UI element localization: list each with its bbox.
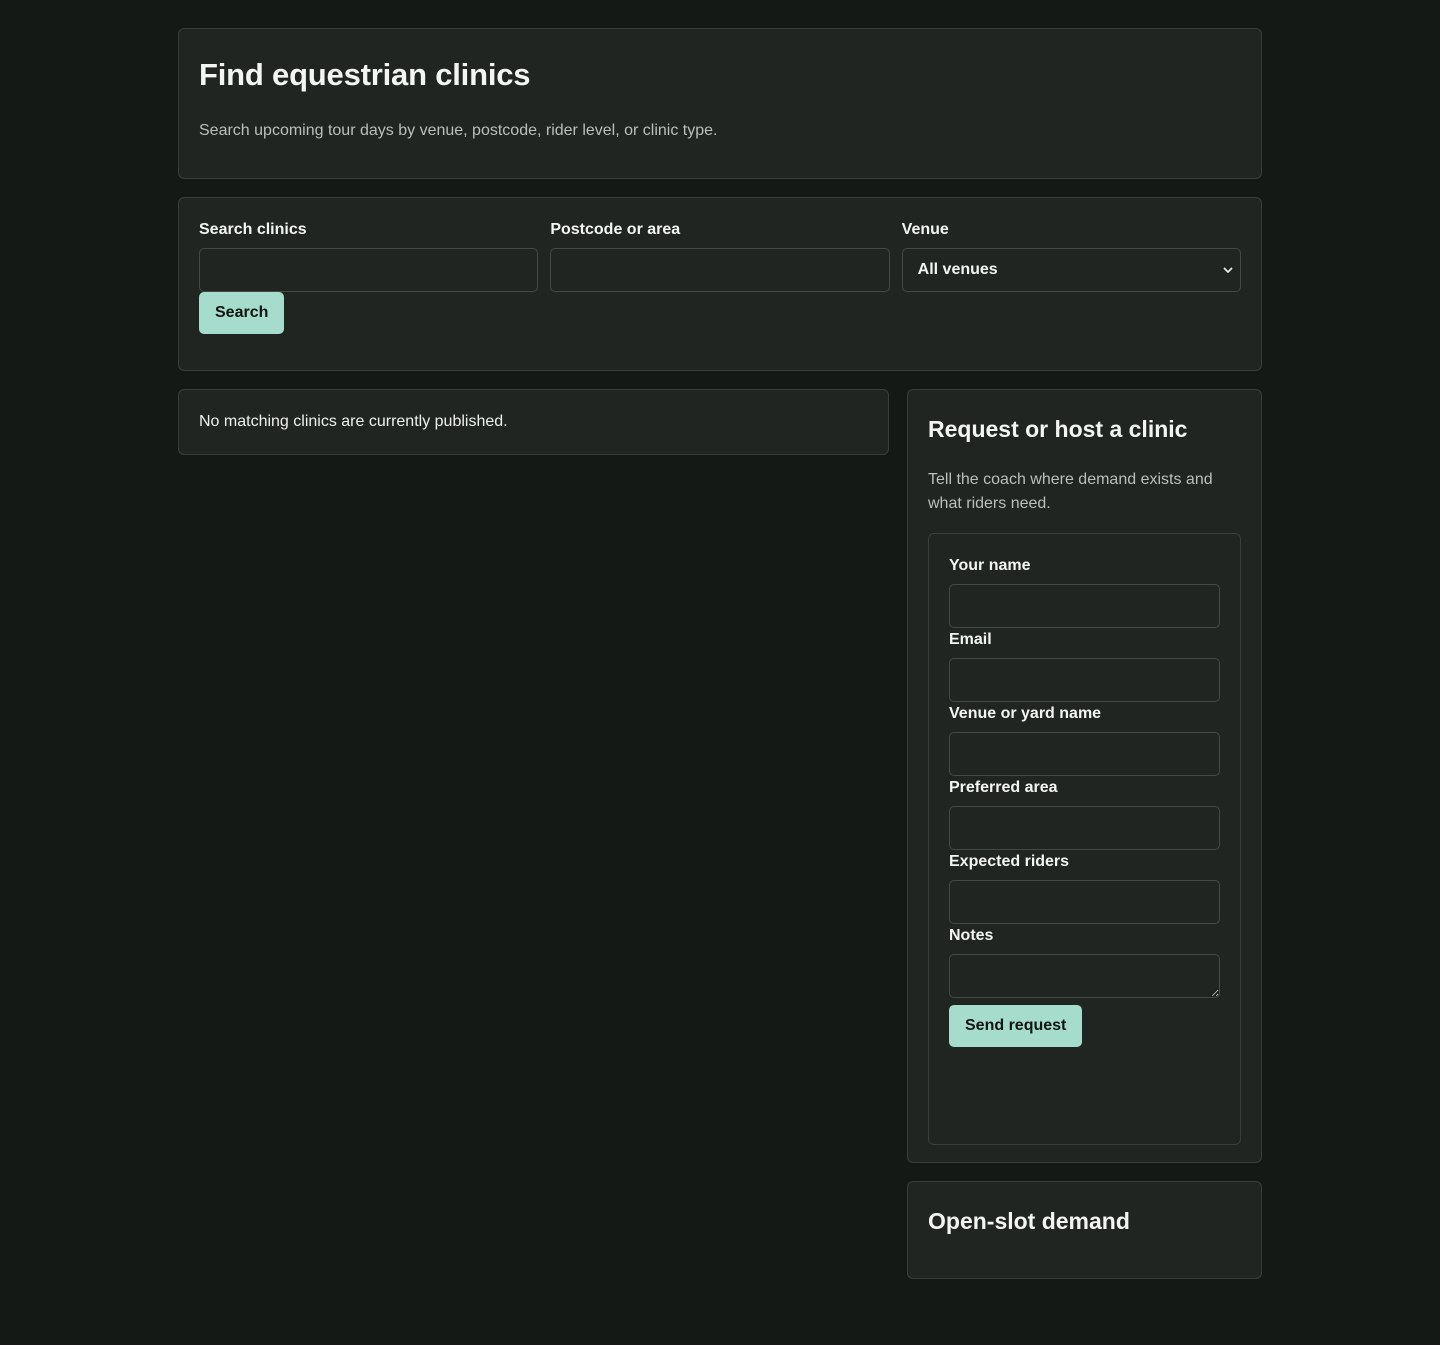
area-row: Preferred area (949, 778, 1220, 850)
empty-results-message: No matching clinics are currently publis… (199, 413, 508, 430)
postcode-field: Postcode or area (550, 220, 890, 292)
email-label: Email (949, 631, 992, 648)
name-label: Your name (949, 557, 1031, 574)
page-container: Find equestrian clinics Search upcoming … (178, 28, 1262, 1289)
email-row: Email (949, 630, 1220, 702)
content-area: No matching clinics are currently publis… (178, 389, 1262, 1289)
send-request-button[interactable]: Send request (949, 1005, 1083, 1047)
demand-card: Open-slot demand (907, 1181, 1262, 1279)
chevron-down-icon (1223, 267, 1233, 273)
request-form: Your name Email Venue or yard name Prefe… (928, 533, 1241, 1145)
page-subtitle: Search upcoming tour days by venue, post… (199, 122, 718, 139)
demand-title: Open-slot demand (928, 1208, 1130, 1234)
riders-row: Expected riders (949, 852, 1220, 924)
email-input[interactable] (949, 658, 1220, 702)
venue-name-label: Venue or yard name (949, 705, 1102, 722)
request-title: Request or host a clinic (928, 416, 1188, 442)
notes-row: Notes (949, 926, 1220, 1003)
request-card: Request or host a clinic Tell the coach … (907, 389, 1262, 1163)
search-card: Search clinics Postcode or area Venue Al… (178, 197, 1262, 371)
riders-label: Expected riders (949, 853, 1070, 870)
search-button[interactable]: Search (199, 292, 285, 334)
page-title: Find equestrian clinics (199, 57, 531, 92)
postcode-input[interactable] (550, 248, 890, 292)
hero-card: Find equestrian clinics Search upcoming … (178, 28, 1262, 179)
venue-field: Venue All venues (901, 220, 1241, 292)
venue-select-value: All venues (917, 261, 998, 278)
venue-name-input[interactable] (949, 732, 1220, 776)
results-card: No matching clinics are currently publis… (178, 389, 889, 455)
name-input[interactable] (949, 584, 1220, 628)
sidebar: Request or host a clinic Tell the coach … (907, 389, 1262, 1279)
search-query-label: Search clinics (199, 221, 307, 238)
name-row: Your name (949, 556, 1220, 628)
notes-label: Notes (949, 927, 994, 944)
postcode-label: Postcode or area (550, 221, 681, 238)
notes-textarea[interactable] (949, 954, 1220, 998)
riders-input[interactable] (949, 880, 1220, 924)
venue-label: Venue (901, 221, 949, 238)
venue-select[interactable]: All venues (901, 248, 1241, 292)
area-input[interactable] (949, 806, 1220, 850)
venue-name-row: Venue or yard name (949, 704, 1220, 776)
request-subtitle: Tell the coach where demand exists and w… (928, 471, 1213, 512)
search-query-input[interactable] (199, 248, 539, 292)
search-query-field: Search clinics (199, 220, 539, 292)
search-fields-row: Search clinics Postcode or area Venue Al… (199, 220, 1241, 292)
area-label: Preferred area (949, 779, 1058, 796)
